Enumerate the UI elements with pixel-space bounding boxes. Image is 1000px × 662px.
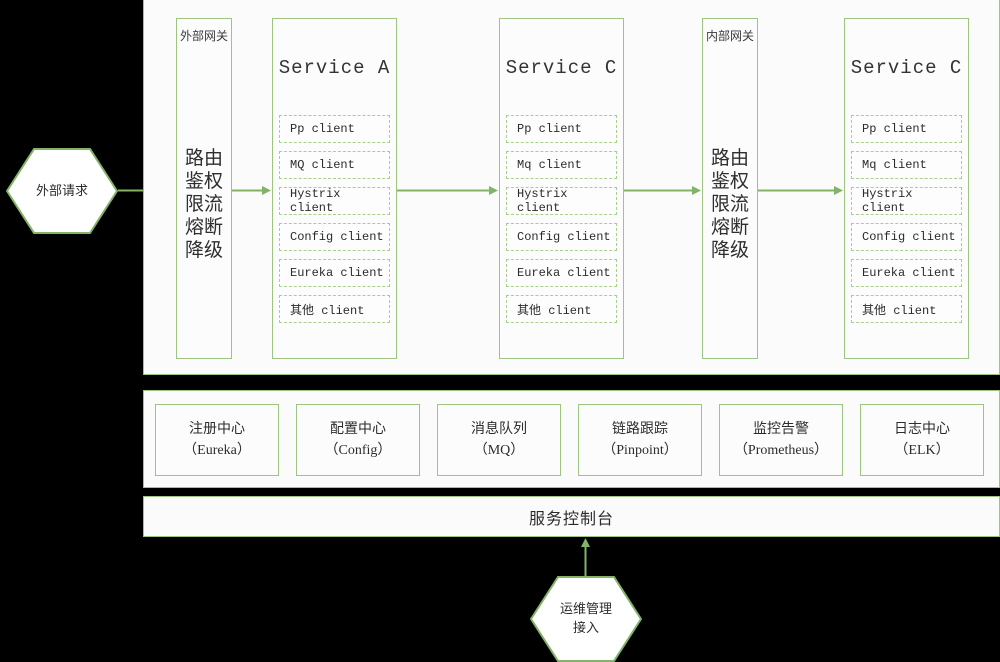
capability-char: 降 xyxy=(184,240,204,261)
capability-char: 断 xyxy=(730,217,750,238)
client-box[interactable]: Hystrix client xyxy=(851,187,962,215)
client-box[interactable]: Hystrix client xyxy=(506,187,617,215)
infra-label-line2: （Pinpoint） xyxy=(602,443,678,458)
infra-box-tracing[interactable]: 链路跟踪 （Pinpoint） xyxy=(578,404,702,476)
capability-char: 断 xyxy=(204,217,224,238)
external-gateway-title: 外部网关 xyxy=(179,29,228,43)
capability-char: 熔 xyxy=(710,217,730,238)
infra-label-line2: （Eureka） xyxy=(183,443,251,458)
capability-column-left: 路 鉴 限 熔 降 xyxy=(711,147,730,262)
external-gateway-capabilities: 路 鉴 限 熔 降 由 权 流 断 级 xyxy=(177,147,231,262)
infra-label-line2: （MQ） xyxy=(473,443,525,458)
column-external-gateway[interactable]: 外部网关 路 鉴 限 熔 降 由 权 流 断 级 xyxy=(176,18,232,359)
column-service-a[interactable]: Service A Pp client MQ client Hystrix cl… xyxy=(272,18,397,359)
capability-char: 权 xyxy=(730,171,750,192)
capability-char: 权 xyxy=(204,171,224,192)
infra-box-monitoring-alert[interactable]: 监控告警 （Prometheus） xyxy=(719,404,843,476)
service-a-client-list: Pp client MQ client Hystrix client Confi… xyxy=(279,115,390,331)
service-c-2-client-list: Pp client Mq client Hystrix client Confi… xyxy=(851,115,962,331)
column-service-c-1[interactable]: Service C Pp client Mq client Hystrix cl… xyxy=(499,18,624,359)
infra-label-line1: 消息队列 xyxy=(471,422,527,437)
client-box[interactable]: Pp client xyxy=(851,115,962,143)
infra-box-config-center[interactable]: 配置中心 （Config） xyxy=(296,404,420,476)
service-c-2-title: Service C xyxy=(850,57,963,79)
capability-char: 流 xyxy=(204,194,224,215)
infrastructure-panel: 注册中心 （Eureka） 配置中心 （Config） 消息队列 （MQ） 链路… xyxy=(143,390,1000,488)
ops-entry-line1: 运维管理 xyxy=(559,602,612,617)
capability-char: 路 xyxy=(184,148,204,169)
client-box[interactable]: Eureka client xyxy=(506,259,617,287)
column-service-c-2[interactable]: Service C Pp client Mq client Hystrix cl… xyxy=(844,18,969,359)
client-box[interactable]: Mq client xyxy=(506,151,617,179)
client-box[interactable]: Pp client xyxy=(506,115,617,143)
infra-box-registry-center[interactable]: 注册中心 （Eureka） xyxy=(155,404,279,476)
infra-label-line2: （Prometheus） xyxy=(733,443,829,458)
service-console-label: 服务控制台 xyxy=(528,510,614,528)
client-box[interactable]: 其他 client xyxy=(506,295,617,323)
arrow-external-gateway-to-service-a xyxy=(232,185,272,196)
client-box[interactable]: Hystrix client xyxy=(279,187,390,215)
architecture-diagram: 外部请求 外部网关 路 鉴 限 熔 降 由 权 流 断 级 Service A … xyxy=(0,0,1000,662)
client-box[interactable]: Config client xyxy=(851,223,962,251)
client-box[interactable]: Config client xyxy=(279,223,390,251)
capability-char: 降 xyxy=(710,240,730,261)
capability-char: 鉴 xyxy=(184,171,204,192)
capability-char: 路 xyxy=(710,148,730,169)
services-panel: 外部网关 路 鉴 限 熔 降 由 权 流 断 级 Service A Pp cl… xyxy=(143,0,1000,375)
capability-char: 由 xyxy=(730,148,750,169)
infra-label-line2: （ELK） xyxy=(894,443,950,458)
client-box[interactable]: Eureka client xyxy=(851,259,962,287)
ops-entry-line2: 接入 xyxy=(572,621,599,636)
service-console-bar[interactable]: 服务控制台 xyxy=(143,496,1000,537)
arrow-service-c-1-to-internal-gateway xyxy=(624,185,702,196)
service-c-1-title: Service C xyxy=(505,57,618,79)
internal-gateway-capabilities: 路 鉴 限 熔 降 由 权 流 断 级 xyxy=(703,147,757,262)
capability-char: 限 xyxy=(710,194,730,215)
infra-label-line1: 注册中心 xyxy=(189,422,245,437)
capability-char: 流 xyxy=(730,194,750,215)
service-c-1-client-list: Pp client Mq client Hystrix client Confi… xyxy=(506,115,617,331)
infra-label-line1: 日志中心 xyxy=(894,422,950,437)
client-box[interactable]: 其他 client xyxy=(851,295,962,323)
infra-label-line2: （Config） xyxy=(324,443,392,458)
capability-column-right: 由 权 流 断 级 xyxy=(730,147,749,262)
service-a-title: Service A xyxy=(278,57,391,79)
ops-entry-label: 运维管理 接入 xyxy=(530,576,642,662)
infra-label-line1: 链路跟踪 xyxy=(612,422,668,437)
infra-label-line1: 配置中心 xyxy=(330,422,386,437)
external-request-hexagon[interactable]: 外部请求 xyxy=(6,148,118,234)
client-box[interactable]: Pp client xyxy=(279,115,390,143)
arrow-internal-gateway-to-service-c-2 xyxy=(758,185,844,196)
arrow-ops-entry-to-console xyxy=(580,537,591,578)
client-box[interactable]: Eureka client xyxy=(279,259,390,287)
external-request-label: 外部请求 xyxy=(35,183,88,199)
internal-gateway-title: 内部网关 xyxy=(705,29,754,43)
client-box[interactable]: Config client xyxy=(506,223,617,251)
capability-char: 限 xyxy=(184,194,204,215)
column-internal-gateway[interactable]: 内部网关 路 鉴 限 熔 降 由 权 流 断 级 xyxy=(702,18,758,359)
ops-entry-hexagon[interactable]: 运维管理 接入 xyxy=(530,576,642,662)
capability-char: 由 xyxy=(204,148,224,169)
arrow-service-a-to-service-c-1 xyxy=(397,185,499,196)
client-box[interactable]: MQ client xyxy=(279,151,390,179)
capability-char: 鉴 xyxy=(710,171,730,192)
capability-char: 熔 xyxy=(184,217,204,238)
capability-char: 级 xyxy=(204,240,224,261)
client-box[interactable]: Mq client xyxy=(851,151,962,179)
client-box[interactable]: 其他 client xyxy=(279,295,390,323)
infra-box-message-queue[interactable]: 消息队列 （MQ） xyxy=(437,404,561,476)
infra-box-log-center[interactable]: 日志中心 （ELK） xyxy=(860,404,984,476)
infra-label-line1: 监控告警 xyxy=(753,422,809,437)
capability-column-left: 路 鉴 限 熔 降 xyxy=(185,147,204,262)
capability-column-right: 由 权 流 断 级 xyxy=(204,147,223,262)
capability-char: 级 xyxy=(730,240,750,261)
